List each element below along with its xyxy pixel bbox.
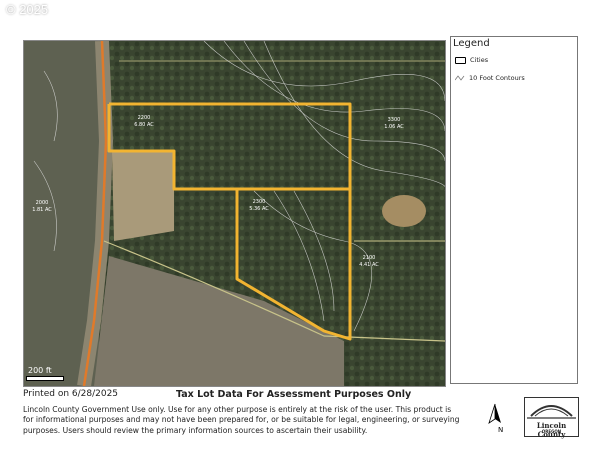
north-arrow-icon: N <box>485 403 507 434</box>
legend-panel: Legend Cities 10 Foot Contours <box>450 36 578 384</box>
lot-label: 2300 <box>253 199 266 205</box>
printed-date: Printed on 6/28/2025 <box>23 389 119 399</box>
county-logo: Lincoln County OREGON <box>524 397 579 439</box>
disclaimer-text: Lincoln County Government Use only. Use … <box>23 405 460 435</box>
lot-area: 6.80 AC <box>134 122 154 128</box>
lot-label: 2000 <box>36 200 49 206</box>
quarry <box>382 195 426 227</box>
lot-label: 2200 <box>138 115 151 121</box>
lot-label: 2100 <box>363 255 376 261</box>
north-label: N <box>498 426 503 433</box>
scale-line <box>26 376 64 381</box>
aerial-map[interactable]: 2200 6.80 AC 2300 5.36 AC 2100 4.41 AC 2… <box>23 40 446 387</box>
legend-item-label: 10 Foot Contours <box>469 74 525 82</box>
legend-item-contours: 10 Foot Contours <box>455 74 525 82</box>
legend-item-cities: Cities <box>455 56 488 64</box>
map-title: Tax Lot Data For Assessment Purposes Onl… <box>176 389 412 400</box>
legend-title: Legend <box>453 38 490 49</box>
copyright-watermark: © 2025 <box>6 2 49 17</box>
map-canvas: 2200 6.80 AC 2300 5.36 AC 2100 4.41 AC 2… <box>24 41 445 386</box>
contour-line-icon <box>455 75 465 81</box>
clearing <box>112 151 174 241</box>
lot-label: 3300 <box>388 117 401 123</box>
legend-item-label: Cities <box>470 56 489 64</box>
scale-bar: 200 ft <box>24 366 66 381</box>
lot-area: 1.81 AC <box>32 207 52 213</box>
logo-emblem-icon <box>527 405 576 419</box>
city-boundary-icon <box>455 56 466 64</box>
scale-label: 200 ft <box>28 366 52 375</box>
lot-area: 1.06 AC <box>384 124 404 130</box>
lot-area: 5.36 AC <box>249 206 269 212</box>
logo-subtitle: OREGON <box>541 429 562 434</box>
lot-area: 4.41 AC <box>359 262 379 268</box>
